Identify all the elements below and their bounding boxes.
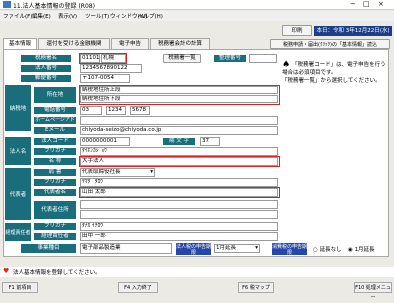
maximize-icon[interactable]: □ <box>363 0 370 8</box>
window-title: 11.法人基本情報の登録 (R08) <box>13 3 95 10</box>
tax-office-highlight <box>79 53 127 64</box>
corp-tax-deadline-label: 法人税の申告期限 <box>176 243 212 256</box>
heart-icon: ♥ <box>3 267 10 275</box>
furigana-label: フリガナ <box>33 147 77 156</box>
acct-furigana-input[interactable]: ﾀﾅｶ ｲﾁﾛｳ <box>80 222 278 231</box>
corp-number-input[interactable]: 1234567890122 <box>80 64 142 73</box>
rep-address-line2-input[interactable] <box>80 210 278 219</box>
business-label: 事業種目 <box>20 243 77 254</box>
business-input[interactable]: 電子部品製造業 <box>80 243 172 254</box>
corp-tax-deadline-select[interactable]: 1月延長 ▾ <box>214 244 260 253</box>
postal-input[interactable]: 〒107-0054 <box>80 74 130 83</box>
one-month-extension-label: 1月延長 <box>354 247 375 253</box>
f4-button[interactable]: F4 入力終了 <box>118 282 158 293</box>
corp-code-label: 法人コード <box>33 137 77 146</box>
tab-tax-office-calc[interactable]: 税務署会計の計算 <box>150 38 210 49</box>
consumption-tax-deadline-label: 消費税の申告期限 <box>272 243 308 256</box>
email-input[interactable]: chiyoda-seizo@chiyoda.co.jp <box>80 126 278 135</box>
tab-e-filing[interactable]: 電子申告 <box>111 38 149 49</box>
one-month-extension-radio[interactable]: ◉ 1月延長 <box>348 245 375 253</box>
f1-button[interactable]: F1 前項目 <box>2 282 38 293</box>
fiscal-label: 期 文 字 <box>162 137 196 146</box>
hq-section-label: 納税地 <box>4 84 32 132</box>
function-key-bar: F1 前項目 F4 入力終了 F6 税マップ F10 処理メニュー <box>0 282 394 301</box>
app-icon <box>3 1 11 8</box>
title-value: 代表取締役社長 <box>82 169 121 175</box>
acct-section-label: 経理責任者 <box>4 222 32 242</box>
status-text: 法人基本情報を登録してください。 <box>13 270 101 276</box>
menu-help[interactable]: ヘルプ(H) <box>138 12 163 20</box>
address-label: 所在地 <box>33 86 77 104</box>
menu-file[interactable]: ファイル(F) <box>3 12 32 20</box>
title-label: 肩 書 <box>33 168 77 177</box>
corp-number-label: 法人番号 <box>20 64 72 73</box>
phone2-input[interactable]: 1234 <box>106 106 126 115</box>
load-basic-info-button[interactable]: 税務申請・届出(ｸﾘｯｸ)の「基本情報」読込 <box>270 39 390 49</box>
corp-tax-deadline-value: 1月延長 <box>216 245 236 251</box>
corp-code-input[interactable]: 0000000001 <box>80 137 130 146</box>
print-button[interactable]: 印刷 <box>282 25 312 36</box>
f10-button[interactable]: F10 処理メニュー <box>354 282 392 301</box>
ref-number-input[interactable] <box>249 54 277 63</box>
no-extension-radio[interactable]: ○ 延長なし <box>313 245 342 253</box>
minimize-icon[interactable]: − <box>350 0 356 8</box>
furigana-input[interactable]: ﾀｲﾎﾝｶｼﾞｮｳ <box>80 147 278 156</box>
homepage-input[interactable] <box>80 116 278 125</box>
name-highlight <box>79 156 280 167</box>
title-select[interactable]: 代表取締役社長 ▾ <box>80 168 155 177</box>
chevron-down-icon: ▾ <box>150 169 153 175</box>
date-display: 本日：令和 3年12月22日(水) <box>314 26 392 36</box>
phone1-input[interactable]: 03 <box>80 106 102 115</box>
acct-name-label: 経理責任者 <box>33 232 77 241</box>
no-extension-label: 延長なし <box>319 247 342 253</box>
tax-office-label: 税務署名 <box>20 54 72 63</box>
tab-bar: 基本情報 還付を受ける金融機関 電子申告 税務署会計の計算 税務申請・届出(ｸﾘ… <box>0 38 394 49</box>
phone3-input[interactable]: 5678 <box>130 106 150 115</box>
f6-button[interactable]: F6 税マップ <box>238 282 274 293</box>
homepage-label: ホームページアドレス <box>33 116 77 130</box>
postal-label: 郵便番号 <box>20 74 72 83</box>
tax-office-list-button[interactable]: 税務署一覧 <box>163 54 201 63</box>
note-line-1: 「税務署コード」は、電子申告を行う場合は必須項目です。 <box>282 62 386 76</box>
rep-section-label: 代表者 <box>4 167 32 221</box>
tab-refund-bank[interactable]: 還付を受ける金融機関 <box>38 38 110 49</box>
fiscal-input[interactable]: 37 <box>200 137 220 146</box>
rep-address-label: 代表者住所 <box>33 200 77 220</box>
rep-furigana-input[interactable]: ﾔﾏﾀﾞ ﾀﾛｳ <box>80 178 278 187</box>
close-icon[interactable]: × <box>378 0 384 8</box>
tab-basic-info[interactable]: 基本情報 <box>3 38 37 49</box>
ref-number-label: 整理番号 <box>213 54 247 63</box>
menu-tool[interactable]: ツール(T) <box>85 12 109 20</box>
rep-furigana-label: フリガナ <box>33 178 77 187</box>
corp-section-label: 法人名 <box>4 136 32 166</box>
title-bar: 11.法人基本情報の登録 (R08) − □ × <box>0 0 394 10</box>
menu-edit[interactable]: 編集(E) <box>32 12 51 20</box>
acct-name-input[interactable]: 田中 一郎 <box>80 232 278 241</box>
rep-address-line1-input[interactable] <box>80 200 278 209</box>
rep-name-highlight <box>79 187 280 198</box>
spade-icon: ♠ <box>282 60 291 70</box>
address-highlight <box>79 85 280 105</box>
email-label: Eメール <box>33 126 77 135</box>
phone-label: 電話番号 <box>33 106 77 115</box>
info-note: ♠ 「税務署コード」は、電子申告を行う場合は必須項目です。 「税務署一覧」から選… <box>282 61 387 85</box>
note-line-2: 「税務署一覧」から選択してください。 <box>282 78 381 84</box>
chevron-down-icon: ▾ <box>255 245 258 251</box>
menu-view[interactable]: 表示(V) <box>58 12 77 20</box>
name-label: 名 称 <box>33 157 77 166</box>
menu-bar: ファイル(F) 編集(E) 表示(V) ツール(T) ウィンドウ(W) ヘルプ(… <box>0 11 394 21</box>
acct-furigana-label: フリガナ <box>33 222 77 231</box>
rep-name-label: 代表者名 <box>33 188 77 197</box>
status-bar: ♥ 法人基本情報を登録してください。 <box>0 267 394 277</box>
